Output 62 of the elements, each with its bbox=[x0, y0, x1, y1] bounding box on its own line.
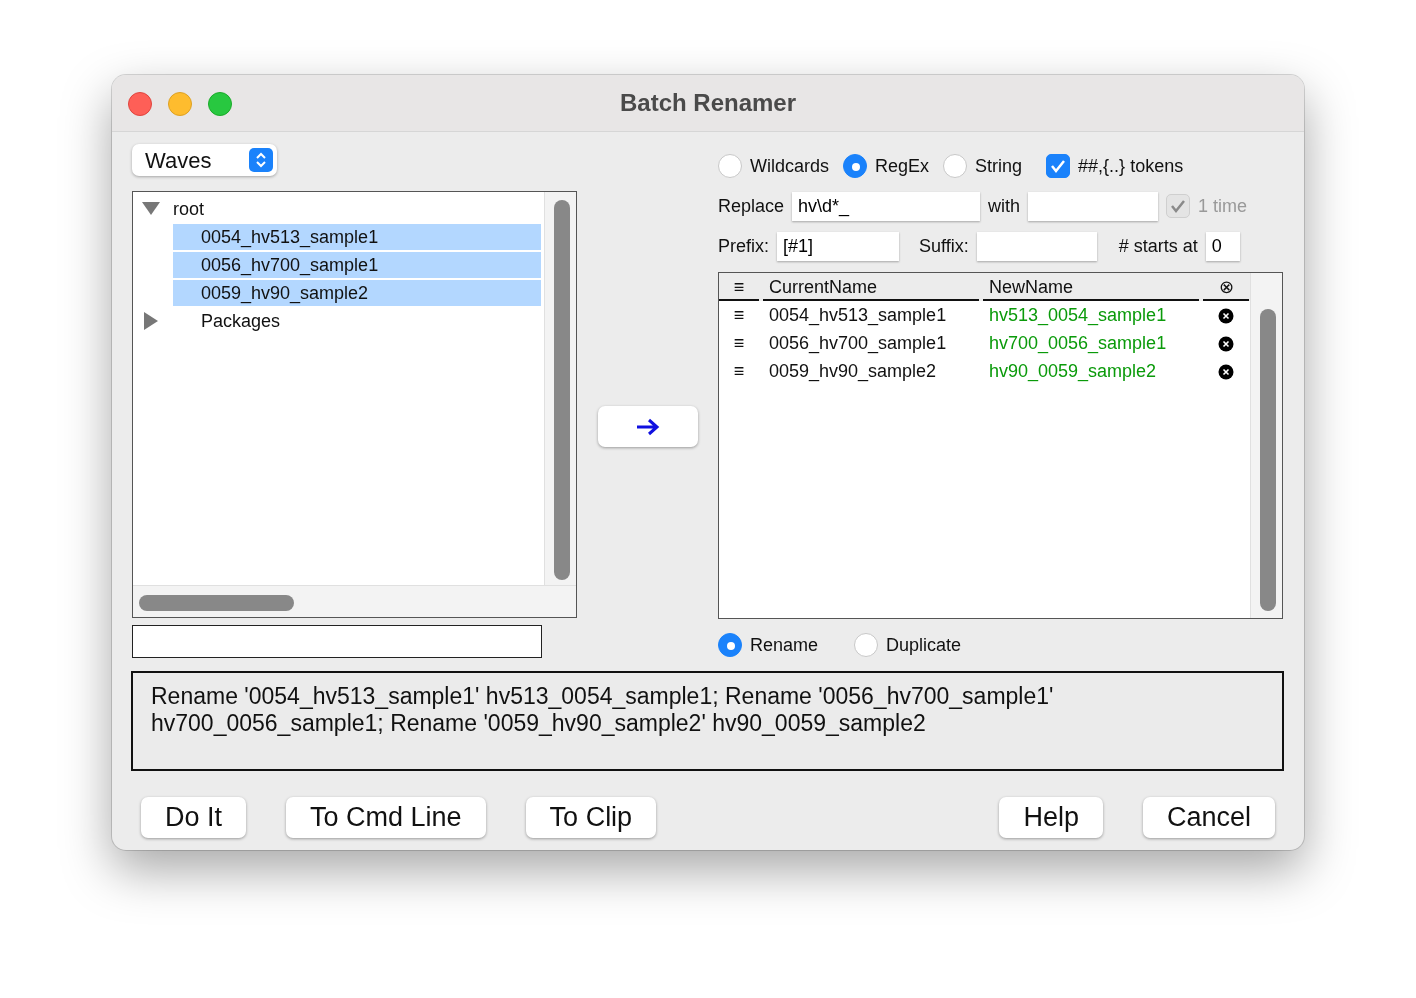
radio-button[interactable] bbox=[943, 154, 968, 178]
with-label: with bbox=[988, 194, 1021, 218]
replace-label: Replace bbox=[718, 194, 785, 218]
move-right-button[interactable] bbox=[598, 406, 698, 447]
radio-label: Wildcards bbox=[750, 154, 829, 178]
window-title: Batch Renamer bbox=[619, 88, 797, 118]
radio-label: Duplicate bbox=[886, 633, 962, 657]
prefix-label: Prefix: bbox=[718, 234, 769, 258]
table-cell-text: 0056_hv700_sample1 bbox=[768, 331, 948, 356]
table-cell-text: hv700_0056_sample1 bbox=[988, 331, 1168, 356]
dialog-button[interactable]: To Cmd Line bbox=[286, 797, 486, 838]
right-arrow-icon bbox=[635, 416, 661, 437]
drag-handle[interactable]: ≡ bbox=[719, 329, 759, 357]
updown-chevron-icon bbox=[249, 148, 273, 172]
checkbox[interactable] bbox=[1046, 154, 1071, 178]
column-header[interactable]: CurrentName bbox=[763, 273, 979, 301]
start-label: # starts at bbox=[1118, 234, 1198, 258]
checkbox-label: 1 time bbox=[1198, 194, 1248, 218]
radio-button[interactable] bbox=[854, 633, 879, 657]
zoom-button[interactable] bbox=[208, 92, 232, 116]
tree-item[interactable]: root bbox=[173, 196, 205, 222]
input-field[interactable] bbox=[132, 625, 542, 658]
checkbox-label: ##,{..} tokens bbox=[1078, 154, 1184, 178]
suffix-label: Suffix: bbox=[919, 234, 969, 258]
dialog-button[interactable]: Help bbox=[999, 797, 1103, 838]
radio-label: RegEx bbox=[875, 154, 930, 178]
table-cell-text: hv513_0054_sample1 bbox=[988, 303, 1168, 328]
with-field[interactable] bbox=[1028, 191, 1159, 221]
remove-column-header[interactable]: ⊗ bbox=[1203, 273, 1249, 301]
close-button[interactable] bbox=[128, 92, 152, 116]
suffix-field[interactable] bbox=[976, 231, 1097, 261]
remove-icon[interactable] bbox=[1218, 363, 1234, 380]
tree-item[interactable]: 0056_hv700_sample1 bbox=[173, 252, 541, 278]
vertical-scrollbar[interactable] bbox=[1260, 309, 1276, 611]
tree-item[interactable]: 0059_hv90_sample2 bbox=[173, 280, 541, 306]
remove-icon[interactable] bbox=[1218, 307, 1234, 324]
radio-label: Rename bbox=[750, 633, 819, 657]
radio-button[interactable] bbox=[718, 633, 742, 657]
column-header[interactable]: NewName bbox=[983, 273, 1199, 301]
dialog-button[interactable]: To Clip bbox=[525, 797, 657, 838]
vertical-scrollbar[interactable] bbox=[554, 200, 570, 580]
tree-item[interactable]: 0054_hv513_sample1 bbox=[173, 224, 541, 250]
remove-icon[interactable] bbox=[1218, 335, 1234, 352]
table-cell-text: 0059_hv90_sample2 bbox=[768, 359, 938, 384]
radio-label: String bbox=[975, 154, 1023, 178]
radio-button[interactable] bbox=[718, 154, 742, 178]
tree-item[interactable]: Packages bbox=[173, 308, 281, 334]
drag-handle[interactable]: ≡ bbox=[719, 357, 759, 385]
prefix-field[interactable]: [#1] bbox=[777, 231, 899, 261]
replace-field[interactable]: hv\d*_ bbox=[792, 191, 981, 221]
table-cell-text: 0054_hv513_sample1 bbox=[768, 303, 948, 328]
dialog-button[interactable]: Do It bbox=[141, 797, 247, 838]
source-popup[interactable]: Waves bbox=[132, 144, 277, 176]
minimize-button[interactable] bbox=[168, 92, 192, 116]
handle-column-header[interactable]: ≡ bbox=[719, 273, 759, 301]
radio-button[interactable] bbox=[843, 154, 867, 178]
dialog-button[interactable]: Cancel bbox=[1142, 797, 1275, 838]
start-field[interactable]: 0 bbox=[1205, 231, 1240, 261]
command-text: Rename '0054_hv513_sample1' hv513_0054_sample1; Rename '0056_hv700_sample1' hv700_0056_sample1; Rename '0059_hv90_sample2' hv90_0059_sample2 bbox=[131, 671, 1284, 771]
horizontal-scrollbar[interactable] bbox=[139, 595, 294, 611]
table-cell-text: hv90_0059_sample2 bbox=[988, 359, 1158, 384]
drag-handle[interactable]: ≡ bbox=[719, 301, 759, 329]
